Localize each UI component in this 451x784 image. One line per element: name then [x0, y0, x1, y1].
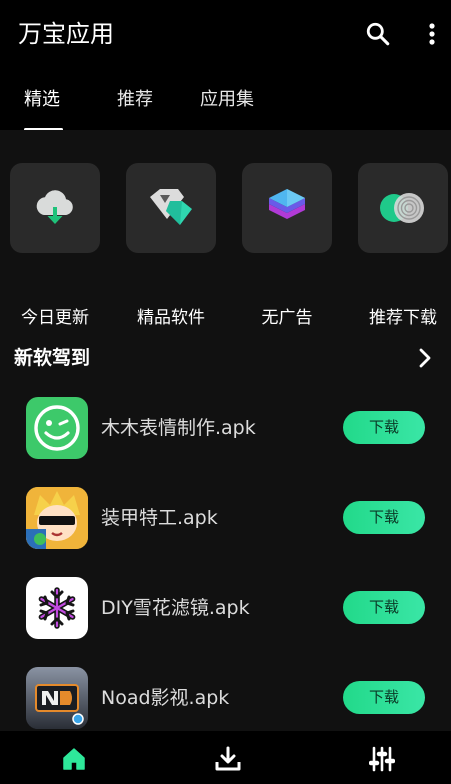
- app-list-item[interactable]: DIY雪花滤镜.apk 下载: [0, 563, 451, 653]
- main-content[interactable]: 今日更新 精品软件 无广告 推荐下载 新软驾到 木木表情制作.apk 下载 装甲…: [0, 130, 451, 731]
- game-character-icon: [26, 487, 88, 549]
- app-list-item[interactable]: Noad影视.apk 下载: [0, 653, 451, 731]
- snowflake-icon: [38, 587, 76, 629]
- app-title: 万宝应用: [18, 20, 114, 48]
- category-premium-software[interactable]: 精品软件: [126, 163, 216, 328]
- app-list-item[interactable]: 装甲特工.apk 下载: [0, 473, 451, 563]
- home-icon: [63, 748, 85, 770]
- tab-recommended[interactable]: 推荐: [117, 88, 153, 112]
- app-bar: 万宝应用: [0, 0, 451, 70]
- section-more-button[interactable]: [414, 347, 436, 369]
- target-rings-icon: [380, 193, 424, 223]
- more-options-button[interactable]: [416, 18, 448, 50]
- search-button[interactable]: [362, 18, 394, 50]
- category-label: 推荐下载: [369, 308, 437, 328]
- category-label: 精品软件: [137, 308, 205, 328]
- layers-icon: [269, 189, 305, 219]
- app-list-item[interactable]: 木木表情制作.apk 下载: [0, 383, 451, 473]
- video-app-icon: [26, 667, 88, 729]
- category-label: 无广告: [261, 308, 313, 328]
- download-button[interactable]: 下载: [343, 501, 425, 534]
- download-button[interactable]: 下载: [343, 681, 425, 714]
- nav-home[interactable]: [60, 745, 88, 773]
- cloud-download-icon: [36, 190, 73, 224]
- nav-downloads[interactable]: [214, 745, 242, 773]
- bottom-navigation: [0, 731, 451, 784]
- category-ad-free[interactable]: 无广告: [242, 163, 332, 328]
- download-button[interactable]: 下载: [343, 411, 425, 444]
- wink-face-icon: [34, 405, 80, 451]
- tab-bar: 精选 推荐 应用集: [0, 70, 451, 131]
- app-name: 木木表情制作.apk: [101, 417, 256, 439]
- tab-featured[interactable]: 精选: [24, 88, 60, 112]
- download-button[interactable]: 下载: [343, 591, 425, 624]
- search-icon: [366, 22, 390, 46]
- app-name: DIY雪花滤镜.apk: [101, 597, 250, 619]
- chevron-right-icon: [419, 348, 431, 368]
- nav-settings[interactable]: [368, 745, 396, 773]
- app-name: 装甲特工.apk: [101, 507, 218, 529]
- equalizer-icon: [369, 746, 395, 772]
- diamond-icon: [150, 189, 192, 225]
- more-vertical-icon: [429, 23, 435, 45]
- app-name: Noad影视.apk: [101, 687, 230, 709]
- category-label: 今日更新: [21, 308, 89, 328]
- download-icon: [215, 746, 241, 771]
- category-recommended-downloads[interactable]: 推荐下载: [358, 163, 448, 328]
- tab-collections[interactable]: 应用集: [200, 88, 254, 112]
- section-title: 新软驾到: [14, 347, 91, 369]
- category-today-updates[interactable]: 今日更新: [10, 163, 100, 328]
